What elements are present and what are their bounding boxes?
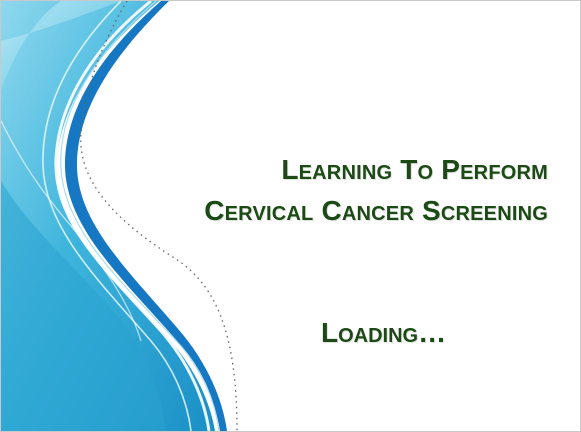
slide-title-line-2: Cervical Cancer Screening xyxy=(204,195,548,226)
loading-status-text: Loading… xyxy=(321,317,447,348)
title-slide: Learning To Perform Cervical Cancer Scre… xyxy=(0,0,581,432)
slide-title-line-1: Learning To Perform xyxy=(281,154,548,185)
